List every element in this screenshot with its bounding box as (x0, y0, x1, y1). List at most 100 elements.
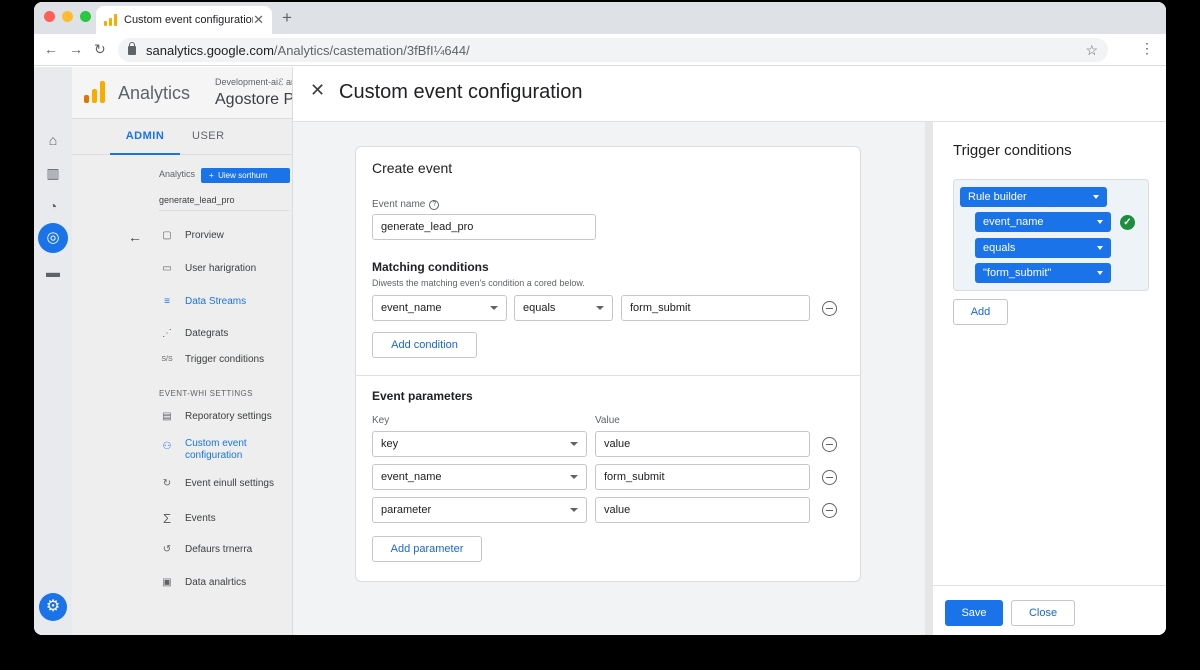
chevron-down-icon (570, 442, 578, 446)
sidebar-item-label: Event einull settings (185, 478, 274, 489)
chevron-down-icon (570, 475, 578, 479)
event-name-label: Event name? (372, 199, 440, 210)
sidebar-item-data-analytics[interactable]: ▣ Data analrtics (159, 577, 287, 588)
chevron-down-icon (596, 306, 604, 310)
help-icon[interactable]: ? (429, 199, 440, 210)
param-value-input[interactable]: form_submit (595, 464, 810, 490)
sidebar-item-trigger-conditions[interactable]: S/S Trigger conditions (159, 354, 287, 365)
analytics-app: ⌂ ▥ ◔ ◎ ▬ ⚙ Analytics Development-aiℰ an… (34, 67, 1166, 635)
param-value-input[interactable]: value (595, 431, 810, 457)
custom-event-icon: ⚇ (162, 441, 172, 452)
feedback-icon[interactable]: ▬ (44, 263, 62, 281)
close-window-button[interactable] (44, 11, 55, 22)
add-condition-button[interactable]: Add condition (372, 332, 477, 358)
sidebar-item-events[interactable]: Σ Events (159, 511, 287, 526)
minimize-window-button[interactable] (62, 11, 73, 22)
close-tab-icon[interactable]: ✕ (253, 12, 264, 28)
bookmark-star-icon[interactable]: ☆ (1085, 42, 1098, 59)
sidebar-item-label: Prorview (185, 230, 224, 241)
chip-label: "form_submit" (983, 267, 1052, 279)
event-name-input[interactable]: generate_lead_pro (372, 214, 596, 240)
dialog-footer: Save Close (933, 585, 1166, 635)
nav-rail: ⌂ ▥ ◔ ◎ ▬ ⚙ (34, 67, 72, 635)
param-key-select[interactable]: event_name (372, 464, 587, 490)
explore-icon[interactable]: ◔ (44, 197, 62, 215)
add-view-button[interactable]: + Uiew sorthurn (201, 168, 290, 183)
admin-gear-icon[interactable]: ⚙ (39, 593, 67, 621)
close-button[interactable]: Close (1011, 600, 1075, 626)
rule-builder-box: Rule builder event_name ✓ equals "form_s… (953, 179, 1149, 291)
sidebar-item-label: Events (185, 513, 216, 524)
sidebar-item-defaults[interactable]: ↺ Defaurs trnerra (159, 544, 287, 555)
rule-param-select[interactable]: event_name (975, 212, 1111, 232)
chip-label: Rule builder (968, 191, 1027, 203)
condition-parameter-select[interactable]: event_name (372, 295, 507, 321)
browser-tab[interactable]: Custom event configuration ✕ (96, 6, 272, 34)
user-icon: ▭ (162, 263, 172, 274)
sidebar-item-label: Custom event configuration (185, 438, 247, 461)
admin-sidebar: Analytics Development-aiℰ analytics Agos… (72, 67, 329, 635)
sidebar-item-data-streams[interactable]: ≡ Data Streams (159, 296, 287, 307)
rule-value-select[interactable]: "form_submit" (975, 263, 1111, 283)
sidebar-item-label: Trigger conditions (185, 354, 265, 365)
plus-icon: + (209, 171, 214, 180)
param-value-input[interactable]: value (595, 497, 810, 523)
window-controls (44, 11, 91, 22)
tab-admin[interactable]: ADMIN (110, 119, 180, 155)
dialog-scrollbar[interactable] (925, 122, 933, 635)
sidebar-item-user-migration[interactable]: ▭ User harigration (159, 263, 287, 274)
back-icon[interactable]: ← (44, 41, 58, 57)
condition-value-input[interactable]: form_submit (621, 295, 810, 321)
event-parameters-title: Event parameters (372, 389, 473, 403)
sidebar-item-dategrats[interactable]: ⋰ Dategrats (159, 328, 287, 339)
param-key-select[interactable]: key (372, 431, 587, 457)
forward-icon[interactable]: → (69, 41, 83, 57)
reports-icon[interactable]: ▥ (44, 164, 62, 182)
sidebar-item-reporting-settings[interactable]: ▤ Reporatory settings (159, 411, 287, 422)
remove-condition-icon[interactable] (822, 301, 837, 316)
matching-conditions-description: Diwests the matching even's condition a … (372, 278, 585, 288)
analytics-favicon-icon (104, 14, 117, 26)
save-button[interactable]: Save (945, 600, 1003, 626)
trigger-panel-title: Trigger conditions (953, 142, 1072, 159)
analytics-label: Analytics (159, 169, 196, 179)
advertising-icon[interactable]: ◎ (38, 223, 68, 253)
tab-user[interactable]: USER (192, 119, 225, 155)
maximize-window-button[interactable] (80, 11, 91, 22)
browser-menu-icon[interactable]: ⋮ (1140, 40, 1154, 57)
new-tab-button[interactable]: + (282, 8, 292, 28)
remove-parameter-icon[interactable] (822, 470, 837, 485)
chip-label: equals (983, 242, 1016, 254)
close-dialog-icon[interactable]: ✕ (310, 80, 325, 101)
home-icon[interactable]: ⌂ (44, 131, 62, 149)
sidebar-item-label: User harigration (185, 263, 257, 274)
tab-title: Custom event configuration (124, 14, 254, 26)
analytics-icon: ▣ (162, 577, 172, 588)
remove-parameter-icon[interactable] (822, 503, 837, 518)
sidebar-item-event-settings[interactable]: ↻ Event einull settings (159, 478, 287, 489)
back-arrow-icon[interactable]: ← (128, 229, 142, 245)
brand-header: Analytics Development-aiℰ analytics Agos… (72, 67, 329, 119)
add-view-label: Uiew sorthurn (218, 171, 268, 180)
rule-builder-select[interactable]: Rule builder (960, 187, 1107, 207)
reload-icon[interactable]: ↻ (94, 41, 106, 58)
divider (356, 375, 860, 376)
create-event-card: Create event Event name? generate_lead_p… (355, 146, 861, 582)
param-key-select[interactable]: parameter (372, 497, 587, 523)
sidebar-item-label: Data analrtics (185, 577, 247, 588)
event-name-label-text: Event name (372, 199, 426, 210)
sidebar-item-label: Reporatory settings (185, 411, 272, 422)
remove-parameter-icon[interactable] (822, 437, 837, 452)
condition-operator-select[interactable]: equals (514, 295, 613, 321)
url-input[interactable]: sanalytics.google.com/Analytics/castemat… (118, 38, 1108, 62)
trigger-icon: S/S (161, 356, 173, 363)
sidebar-item-custom-event-configuration[interactable]: ⚇ Custom event configuration (159, 438, 287, 462)
analytics-logo-icon (84, 81, 105, 103)
chip-label: event_name (983, 216, 1044, 228)
rule-operator-select[interactable]: equals (975, 238, 1111, 258)
property-id: generate_lead_pro (159, 195, 235, 205)
add-rule-button[interactable]: Add (953, 299, 1008, 325)
add-parameter-button[interactable]: Add parameter (372, 536, 482, 562)
sidebar-item-preview[interactable]: ▢ Prorview (159, 230, 287, 241)
settings-icon: ▤ (162, 411, 172, 422)
